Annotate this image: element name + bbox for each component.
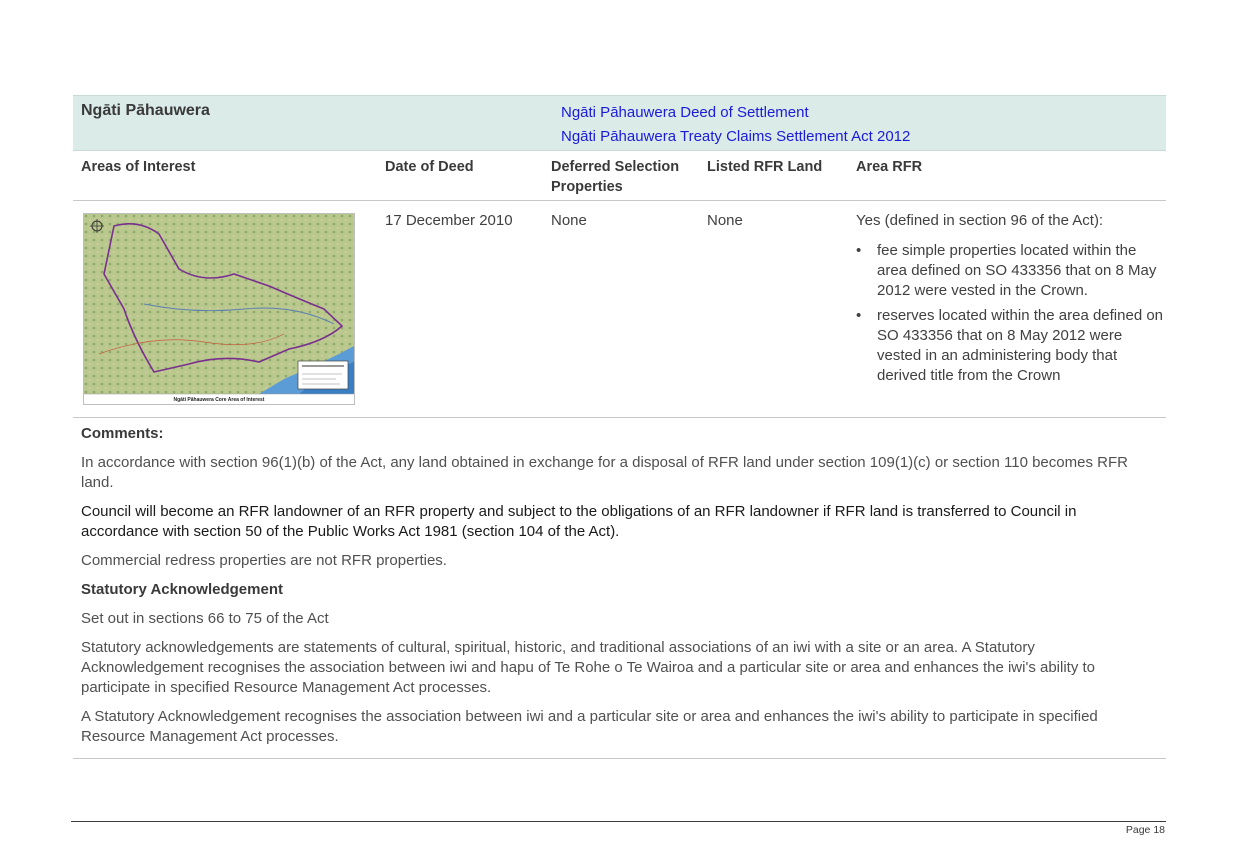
- comment-paragraph: Statutory acknowledgements are statement…: [81, 639, 1096, 696]
- col-deferred-line1: Deferred Selection: [551, 159, 680, 175]
- statutory-acknowledgement-heading: Statutory Acknowledgement: [81, 581, 283, 598]
- col-deferred-line2: Properties: [551, 179, 623, 195]
- col-listed-rfr-land: Listed RFR Land: [707, 159, 823, 175]
- listed-rfr-value: None: [707, 212, 743, 229]
- comment-paragraph: Set out in sections 66 to 75 of the Act: [81, 610, 329, 627]
- list-item: reserves located within the area defined…: [856, 306, 1167, 386]
- area-rfr-intro: Yes (defined in section 96 of the Act):: [856, 212, 1104, 229]
- area-rfr-cell: Yes (defined in section 96 of the Act): …: [856, 211, 1167, 391]
- column-header-row: Areas of Interest Date of Deed Deferred …: [73, 151, 1166, 201]
- comment-paragraph: Commercial redress properties are not RF…: [81, 552, 447, 569]
- deferred-selection-value: None: [551, 212, 587, 229]
- comment-paragraph: In accordance with section 96(1)(b) of t…: [81, 454, 1128, 491]
- map-caption: Ngāti Pāhauwera Core Area of Interest: [174, 397, 265, 403]
- list-item: fee simple properties located within the…: [856, 241, 1167, 301]
- settlement-act-link[interactable]: Ngāti Pāhauwera Treaty Claims Settlement…: [561, 125, 910, 149]
- comment-paragraph: A Statutory Acknowledgement recognises t…: [81, 708, 1098, 745]
- area-of-interest-map: Ngāti Pāhauwera Core Area of Interest: [83, 213, 355, 405]
- date-of-deed-value: 17 December 2010: [385, 212, 513, 229]
- col-deferred-selection: Deferred Selection Properties: [551, 157, 679, 197]
- footer-rule: [71, 821, 1166, 822]
- deed-of-settlement-link[interactable]: Ngāti Pāhauwera Deed of Settlement: [561, 101, 910, 125]
- table-row: Ngāti Pāhauwera Core Area of Interest 17…: [73, 201, 1166, 418]
- comments-heading: Comments:: [81, 425, 164, 442]
- area-rfr-list: fee simple properties located within the…: [856, 241, 1167, 386]
- comment-paragraph: Council will become an RFR landowner of …: [81, 503, 1077, 540]
- page-number: Page 18: [1125, 824, 1165, 836]
- iwi-name: Ngāti Pāhauwera: [81, 102, 210, 119]
- col-date-of-deed: Date of Deed: [385, 159, 474, 175]
- col-area-rfr: Area RFR: [856, 159, 923, 175]
- settlement-links: Ngāti Pāhauwera Deed of Settlement Ngāti…: [561, 101, 910, 149]
- comments-section: Comments: In accordance with section 96(…: [81, 424, 1156, 756]
- table-bottom-rule: [73, 758, 1166, 759]
- iwi-header-band: Ngāti Pāhauwera Ngāti Pāhauwera Deed of …: [73, 95, 1166, 151]
- col-areas-of-interest: Areas of Interest: [81, 159, 196, 175]
- settlement-table: Ngāti Pāhauwera Ngāti Pāhauwera Deed of …: [73, 95, 1166, 418]
